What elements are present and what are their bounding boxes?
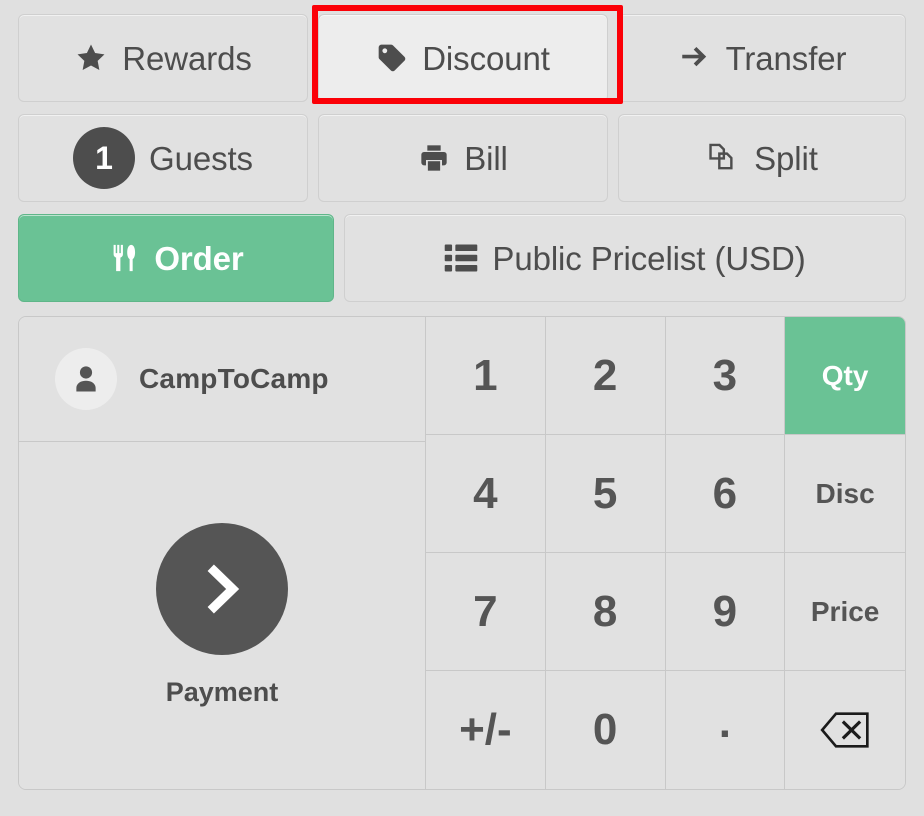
person-icon [55, 348, 117, 410]
order-controls-panel: CampToCamp Payment 1 2 3 Qty 4 5 6 Disc 7 8 9 Price… [18, 316, 906, 790]
numpad-key-4[interactable]: 4 [426, 435, 546, 553]
backspace-icon [820, 711, 870, 749]
order-label: Order [154, 239, 244, 277]
chevron-right-icon [156, 523, 288, 655]
cutlery-icon [108, 242, 140, 274]
numpad-key-8[interactable]: 8 [545, 553, 666, 671]
bill-button[interactable]: Bill [318, 114, 608, 202]
split-documents-icon [706, 141, 740, 175]
pos-action-panel: Rewards Discount Transfer 1 Guests Bill … [0, 0, 924, 816]
pricelist-button[interactable]: Public Pricelist (USD) [344, 214, 906, 302]
numpad-key-5[interactable]: 5 [545, 435, 666, 553]
tag-icon [376, 42, 408, 74]
guests-button[interactable]: 1 Guests [18, 114, 308, 202]
transfer-button[interactable]: Transfer [618, 14, 906, 102]
pricelist-label: Public Pricelist (USD) [492, 239, 806, 277]
guests-label: Guests [149, 139, 253, 177]
rewards-label: Rewards [122, 39, 252, 77]
payment-button[interactable]: Payment [19, 442, 425, 789]
split-button[interactable]: Split [618, 114, 906, 202]
numpad-key-1[interactable]: 1 [426, 317, 546, 435]
numpad-key-2[interactable]: 2 [545, 317, 666, 435]
customer-button[interactable]: CampToCamp [19, 317, 425, 442]
numpad-backspace[interactable] [785, 671, 905, 789]
numpad: 1 2 3 Qty 4 5 6 Disc 7 8 9 Price +/- 0. [426, 317, 905, 789]
discount-button[interactable]: Discount [318, 14, 608, 102]
order-tab[interactable]: Order [18, 214, 334, 302]
numpad-key-9[interactable]: 9 [665, 553, 786, 671]
numpad-key-0[interactable]: 0 [545, 671, 666, 789]
rewards-button[interactable]: Rewards [18, 14, 308, 102]
numpad-mode-price[interactable]: Price [785, 553, 905, 671]
discount-label: Discount [422, 39, 550, 77]
split-label: Split [754, 139, 818, 177]
payment-label: Payment [165, 677, 279, 707]
customer-name: CampToCamp [139, 363, 329, 394]
numpad-mode-qty[interactable]: Qty [785, 317, 905, 435]
numpad-key-sign[interactable]: +/- [426, 671, 546, 789]
list-icon [444, 243, 478, 273]
printer-icon [418, 142, 450, 174]
transfer-label: Transfer [725, 39, 847, 77]
numpad-key-3[interactable]: 3 [665, 317, 786, 435]
numpad-mode-disc[interactable]: Disc [785, 435, 905, 553]
guest-count-badge: 1 [73, 127, 136, 189]
bill-label: Bill [464, 139, 508, 177]
star-icon [74, 41, 108, 75]
numpad-key-decimal[interactable]: . [665, 671, 786, 789]
arrow-right-icon [678, 41, 712, 75]
numpad-key-6[interactable]: 6 [665, 435, 786, 553]
numpad-key-7[interactable]: 7 [426, 553, 546, 671]
customer-payment-column: CampToCamp Payment [19, 317, 426, 789]
